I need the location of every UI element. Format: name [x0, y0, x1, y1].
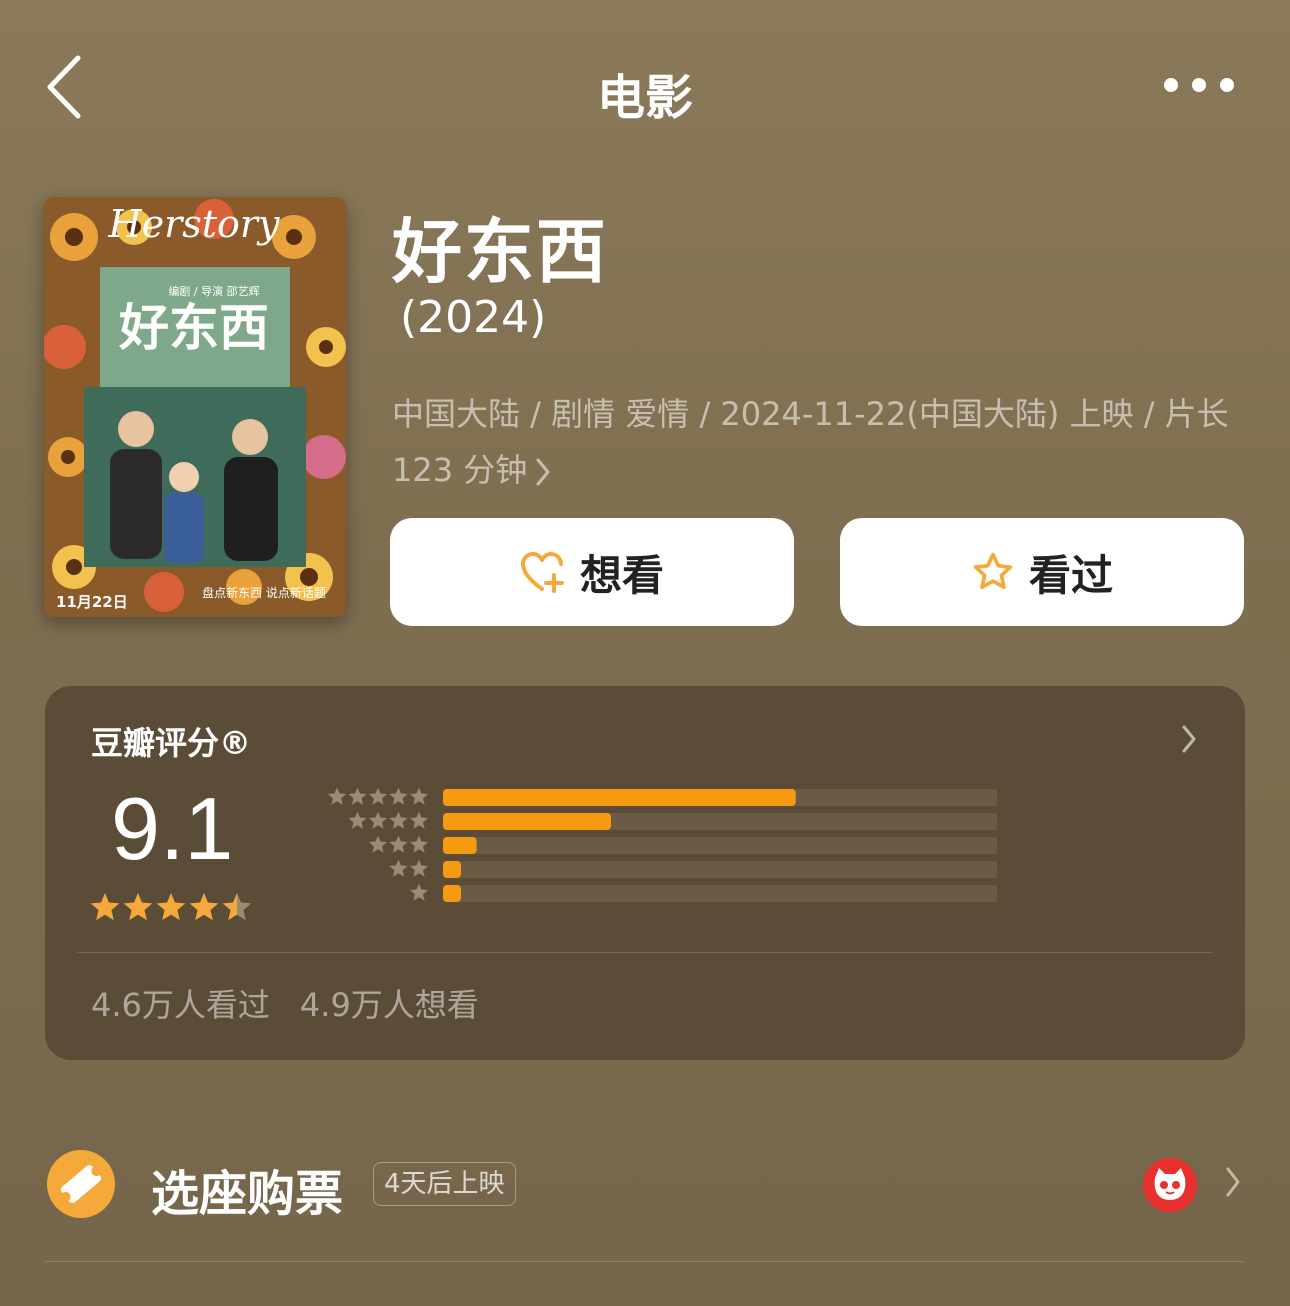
- release-badge: 4天后上映: [373, 1162, 516, 1206]
- distribution-bar: [443, 885, 461, 902]
- page-title: 电影: [596, 70, 693, 126]
- movie-poster[interactable]: Herstory 编剧 / 导演 邵艺辉 好东西 11月22日 盘点新东西 说点…: [44, 197, 346, 617]
- distribution-star: [348, 811, 367, 829]
- rating-distribution: [327, 787, 997, 902]
- ticket-label: 选座购票: [151, 1166, 344, 1222]
- poster-date: 11月22日: [56, 593, 128, 611]
- rating-title: 豆瓣评分®: [91, 724, 252, 762]
- ticket-icon: [47, 1150, 115, 1218]
- want-button[interactable]: 想看: [390, 518, 794, 626]
- want-button-label: 想看: [579, 550, 664, 600]
- seen-button[interactable]: 看过: [840, 518, 1244, 626]
- distribution-star: [368, 811, 388, 829]
- distribution-star: [348, 787, 367, 805]
- rating-star: [123, 893, 153, 921]
- rating-star: [156, 893, 186, 921]
- distribution-track: [443, 885, 997, 902]
- heart-plus-icon: [520, 552, 564, 593]
- movie-meta: 中国大陆 / 剧情 爱情 / 2024-11-22(中国大陆) 上映 / 片长 …: [392, 395, 1229, 489]
- more-dots-icon[interactable]: [1164, 78, 1234, 92]
- ticket-row[interactable]: 选座购票 4天后上映: [45, 1140, 1245, 1230]
- distribution-star: [389, 787, 408, 805]
- poster-credit: 编剧 / 导演 邵艺辉: [168, 284, 259, 298]
- distribution-star: [368, 835, 388, 853]
- rating-score: 9.1: [111, 779, 234, 878]
- movie-title: 好东西: [392, 211, 608, 293]
- distribution-star: [389, 835, 408, 853]
- chevron-right-icon: [1226, 1167, 1240, 1197]
- rating-star: [222, 893, 252, 921]
- rating-star: [189, 893, 219, 921]
- maoyan-cat-icon: [1143, 1158, 1197, 1212]
- seen-count: 4.6万人看过: [91, 986, 270, 1024]
- distribution-bar: [443, 861, 461, 878]
- distribution-star: [409, 883, 429, 901]
- distribution-bar: [443, 789, 796, 806]
- distribution-star: [327, 787, 347, 805]
- rating-counts: 4.6万人看过 4.9万人想看: [91, 980, 479, 1026]
- poster-script-title: Herstory: [107, 202, 280, 246]
- distribution-bar: [443, 813, 611, 830]
- rating-star: [90, 893, 120, 921]
- distribution-track: [443, 861, 997, 878]
- chevron-right-icon: [536, 458, 550, 486]
- rating-card[interactable]: 豆瓣评分® 9.1 4.6万人看过 4.9万人想看: [45, 686, 1245, 1060]
- seen-button-label: 看过: [1028, 550, 1113, 600]
- divider: [77, 952, 1213, 953]
- distribution-star: [389, 859, 408, 877]
- rating-stars: [90, 893, 252, 921]
- distribution-star: [389, 811, 408, 829]
- movie-year: (2024): [400, 292, 547, 343]
- distribution-star: [409, 811, 429, 829]
- divider: [45, 1261, 1245, 1262]
- distribution-bar: [443, 837, 477, 854]
- distribution-star: [409, 787, 429, 805]
- distribution-star: [409, 835, 429, 853]
- distribution-star: [368, 787, 388, 805]
- chevron-right-icon: [1182, 725, 1196, 753]
- poster-title: 好东西: [118, 299, 269, 357]
- want-count: 4.9万人想看: [299, 986, 479, 1024]
- poster-tagline: 盘点新东西 说点新话题: [202, 585, 326, 600]
- distribution-track: [443, 837, 997, 854]
- movie-meta-link[interactable]: 中国大陆 / 剧情 爱情 / 2024-11-22(中国大陆) 上映 / 片长 …: [392, 386, 1252, 498]
- star-outline-icon: [973, 552, 1013, 590]
- distribution-star: [409, 859, 429, 877]
